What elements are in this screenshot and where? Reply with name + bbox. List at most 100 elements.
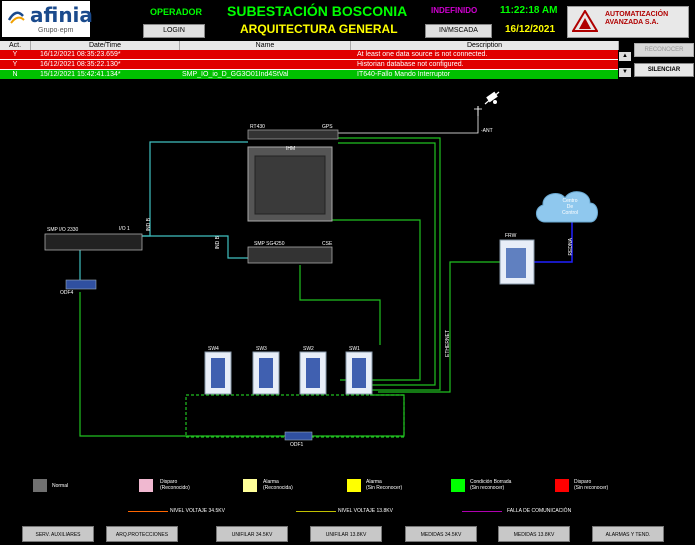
legend-line-label: NIVEL VOLTAJE 34.5KV [170, 508, 225, 514]
logo-subtitle: Grupo·epm [38, 27, 74, 34]
row-name [182, 60, 350, 69]
row-datetime: 16/12/2021 08:35:22.130* [40, 61, 121, 68]
legend-label-sub: (Sin reconocer) [574, 485, 609, 491]
odf1-device [284, 431, 313, 441]
legend-line-13kv [296, 511, 336, 512]
row-act: Y [12, 51, 18, 58]
ind-b-label-1: IND B [146, 218, 152, 232]
legend-label-sub: (Reconocida) [263, 485, 293, 491]
page-title: ARQUITECTURA GENERAL [240, 22, 398, 36]
legend-label-sub: (Reconocido) [160, 485, 190, 491]
io1-label: I/O 1 [119, 226, 130, 232]
legend-label-sub: (Sin Reconocer) [366, 485, 403, 491]
row-description: Historian database not configured. [357, 61, 464, 68]
architecture-diagram [44, 91, 598, 441]
link-frw-cloud [534, 222, 573, 263]
legend-swatch-normal [33, 479, 47, 492]
satellite-icon [484, 91, 500, 105]
col-header-name[interactable]: Name [180, 41, 351, 50]
silence-button[interactable]: SILENCIAR [634, 63, 694, 77]
legend-label-sub: (Sin reconocer) [470, 485, 505, 491]
link-io-rt430 [142, 141, 248, 237]
row-name [182, 50, 350, 59]
clock-time: 11:22:18 AM [500, 5, 558, 16]
nav-unifilar-13kv-button[interactable]: UNIFILAR 13.8KV [310, 526, 382, 542]
odf4-label: ODF4 [60, 290, 74, 296]
legend-line-label: FALLA DE COMUNICACIÓN [507, 508, 572, 514]
redna-label: REDNA [568, 238, 574, 256]
link-odf1-right [312, 394, 405, 437]
link-sg-io [142, 235, 248, 259]
recognize-button[interactable]: RECONOCER [634, 43, 694, 57]
logo-text: afinia [30, 3, 93, 27]
legend-label: Disparo (Reconocido) [160, 479, 190, 491]
ind-b-label-2: IND B [215, 236, 221, 250]
ihm-screen [254, 155, 326, 215]
cse-label: CSE [322, 241, 333, 247]
link-gps-ant [338, 115, 479, 134]
sw3-label: SW3 [256, 346, 267, 352]
rt430-label: RT430 [250, 124, 265, 130]
odf4-device [65, 279, 97, 290]
row-act: Y [12, 61, 18, 68]
row-datetime: 16/12/2021 08:35:23.659* [40, 51, 121, 58]
legend-label: Alarma (Sin Reconocer) [366, 479, 402, 491]
table-row[interactable]: Y 16/12/2021 08:35:23.659* At least one … [0, 50, 618, 59]
nav-measures-34kv-button[interactable]: MEDIDAS 34.5KV [405, 526, 477, 542]
legend-swatch-alarm-ack [243, 479, 257, 492]
legend-label: Condición Borrada (Sin reconocer) [470, 479, 511, 491]
cloud-line-3: Control [561, 210, 579, 216]
col-header-act[interactable]: Act. [0, 41, 31, 50]
brand-line-1: AUTOMATIZACIÓN [605, 11, 669, 18]
cloud-label: Centro De Control [560, 198, 580, 216]
row-name: SMP_IO_io_D_GG3O01Ind4StVal [182, 71, 289, 78]
col-header-description[interactable]: Description [351, 41, 619, 50]
smp-io-device [44, 233, 143, 251]
scroll-up-arrow[interactable]: ▲ [619, 52, 631, 61]
odf1-label: ODF1 [290, 442, 304, 448]
switch-zone-frame [185, 394, 405, 438]
login-button[interactable]: LOGIN [143, 24, 205, 38]
ethernet-label: ETHERNET [445, 330, 451, 357]
legend-swatch-trip-unack [555, 479, 569, 492]
antenna-icon [474, 106, 482, 116]
nav-measures-13kv-button[interactable]: MEDIDAS 13.8KV [498, 526, 570, 542]
smp-sg-device [247, 246, 333, 264]
legend-swatch-alarm-unack [347, 479, 361, 492]
brand-line-2: AVANZADA S.A. [605, 19, 659, 26]
legend-swatch-cleared [451, 479, 465, 492]
sw2-label: SW2 [303, 346, 314, 352]
operator-label: OPERADOR [150, 7, 203, 17]
sw1-label: SW1 [349, 346, 360, 352]
rt430-device [247, 129, 339, 140]
legend-line-comm-fail [462, 511, 502, 512]
nav-alarms-trends-button[interactable]: ALARMAS Y TEND. [592, 526, 664, 542]
link-frw-eth [378, 261, 500, 393]
nav-unifilar-34kv-button[interactable]: UNIFILAR 34.5KV [216, 526, 288, 542]
nav-protections-button[interactable]: ARQ.PROTECCIONES [106, 526, 178, 542]
legend-swatch-trip-ack [139, 479, 153, 492]
mscada-button[interactable]: IN/MSCADA [425, 24, 492, 38]
row-act: N [12, 71, 18, 78]
nav-aux-services-button[interactable]: SERV. AUXILIARES [22, 526, 94, 542]
ant-label: -ANT [481, 128, 493, 134]
legend-label: Normal [52, 483, 69, 489]
station-title: SUBESTACIÓN BOSCONIA [227, 3, 408, 19]
clock-date: 16/12/2021 [505, 24, 556, 35]
link-sg-sw [299, 265, 381, 345]
brand-mark-icon [572, 10, 598, 32]
sw4-label: SW4 [208, 346, 219, 352]
brand-text: AUTOMATIZACIÓN AVANZADA S.A. [605, 11, 668, 27]
alarm-table: Act. Date/Time Name Description Y 16/12/… [0, 41, 619, 79]
legend-label: Disparo (Sin reconocer) [574, 479, 608, 491]
smp-io-label: SMP I/O 2330 [47, 227, 79, 233]
row-datetime: 15/12/2021 15:42:41.134* [40, 71, 121, 78]
scroll-down-arrow[interactable]: ▼ [619, 68, 631, 77]
legend-line-34kv [128, 511, 168, 512]
state-indicator: INDEFINIDO [431, 6, 478, 15]
legend-line-label: NIVEL VOLTAJE 13.8KV [338, 508, 393, 514]
table-row[interactable]: Y 16/12/2021 08:35:22.130* Historian dat… [0, 60, 618, 69]
row-description: IT640-Fallo Mando Interruptor [357, 71, 450, 78]
table-row[interactable]: N 15/12/2021 15:42:41.134* SMP_IO_io_D_G… [0, 70, 618, 79]
col-header-datetime[interactable]: Date/Time [31, 41, 180, 50]
